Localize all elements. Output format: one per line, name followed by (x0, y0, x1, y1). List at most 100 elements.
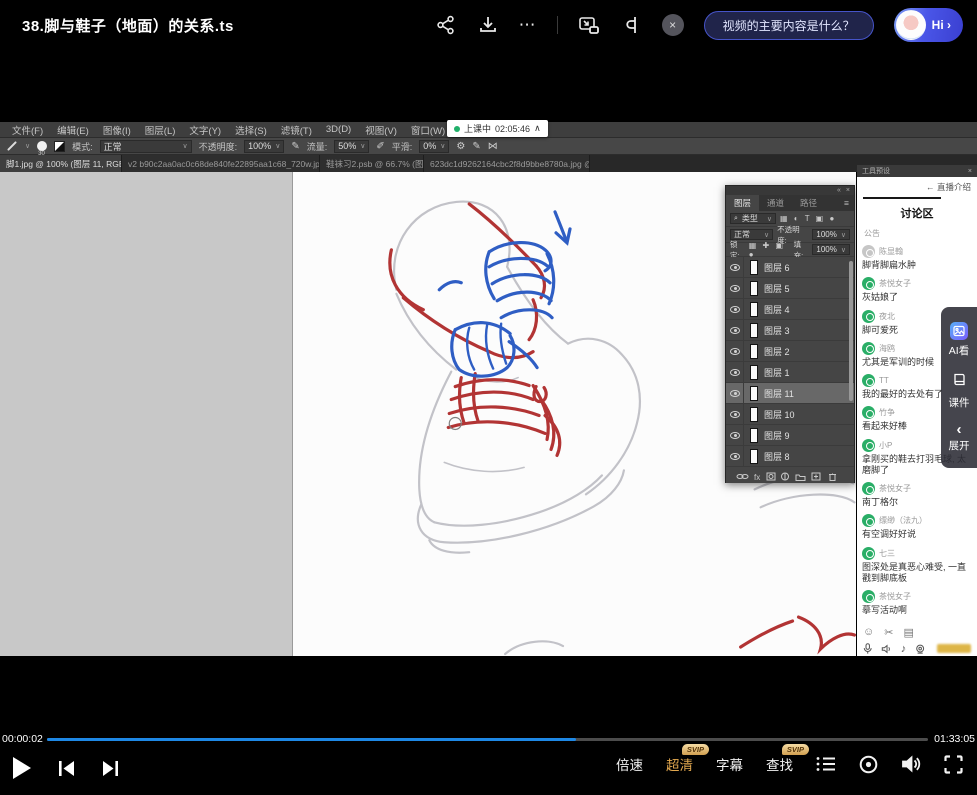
layers-panel-footer-icons: fx (726, 469, 854, 483)
ai-assistant-button[interactable]: Hi › (894, 8, 963, 42)
video-player-window: 38.脚与鞋子（地面）的关系.ts ⋯ (0, 0, 977, 795)
chat-message: 缥缈（法九）有空调好好说 (862, 514, 972, 540)
courseware-button[interactable]: 课件 (949, 372, 970, 410)
play-button[interactable] (12, 756, 32, 780)
layer-row: 图层 6 (726, 257, 854, 278)
class-status-text: 上课中 (464, 122, 491, 135)
layer-thumbnail (750, 386, 758, 401)
chat-message: 茶悦女子灰姑娘了 (862, 277, 972, 303)
layer-thumbnail (750, 428, 758, 443)
smooth-label: 平滑: (392, 140, 413, 153)
find-button[interactable]: 查找SVIP (766, 754, 793, 774)
panel-menu-icon: ≡ (839, 195, 854, 211)
smooth-select: 0%∨ (419, 140, 449, 153)
avatar (862, 406, 875, 419)
book-icon (952, 372, 967, 392)
download-icon[interactable] (477, 14, 499, 36)
live-tools-bar: ♪ (857, 642, 977, 655)
collapse-caret-icon: ∧ (534, 123, 541, 134)
quality-button[interactable]: 超清SVIP (666, 754, 693, 774)
previous-episode-button[interactable] (59, 761, 75, 776)
layer-list: 图层 6 图层 5 图层 4 图层 3 图层 2 图层 1 图层 11 图层 1… (726, 257, 854, 469)
video-title: 38.脚与鞋子（地面）的关系.ts (22, 15, 234, 36)
visibility-eye-icon (730, 453, 740, 460)
ps-menu-image: 图像(I) (96, 123, 138, 137)
assistant-avatar (896, 10, 926, 40)
speaker-icon (881, 643, 891, 655)
layer-thumbnail (750, 407, 758, 422)
layer-thumbnail (750, 260, 758, 275)
video-letterbox[interactable] (0, 656, 977, 737)
class-status-badge[interactable]: 上课中 02:05:46 ∧ (447, 120, 548, 137)
volume-icon[interactable] (901, 755, 921, 773)
avatar (862, 482, 875, 495)
subtitle-button[interactable]: 字幕 (716, 754, 743, 774)
ps-menu-3d: 3D(D) (319, 124, 358, 135)
avatar (862, 245, 875, 258)
mode-label: 模式: (72, 140, 93, 153)
webcam-icon (915, 643, 925, 655)
airbrush-icon: ✐ (376, 141, 384, 152)
layer-row: 图层 3 (726, 320, 854, 341)
ps-menu-filter: 滤镜(T) (274, 123, 319, 137)
layers-panel-titlebar: «× (726, 186, 854, 195)
avatar (862, 439, 875, 452)
brush-panel-toggle-icon (54, 141, 65, 152)
chevron-down-icon: ∨ (25, 142, 30, 150)
share-icon[interactable] (435, 14, 457, 36)
ai-watch-button[interactable]: AI看 (949, 322, 969, 358)
gear-icon: ⚙ (456, 141, 465, 152)
fullscreen-icon[interactable] (944, 755, 963, 774)
fill-select: 100%∨ (812, 244, 850, 255)
ps-menu-edit: 编辑(E) (50, 123, 96, 137)
ps-menu-view: 视图(V) (358, 123, 404, 137)
brush-preview-icon: 30 (37, 141, 47, 151)
symmetry-icon: ⋈ (488, 141, 498, 152)
visibility-eye-icon (730, 411, 740, 418)
close-ask-icon[interactable]: × (662, 14, 684, 36)
playback-speed-button[interactable]: 倍速 (616, 754, 643, 774)
layer-row: 图层 9 (726, 425, 854, 446)
layer-row: 图层 4 (726, 299, 854, 320)
layers-tab: 图层 (726, 195, 759, 211)
ps-menu-window: 窗口(W) (404, 123, 452, 137)
pressure-opacity-icon: ✎ (291, 141, 299, 152)
class-elapsed-time: 02:05:46 (495, 124, 530, 134)
next-episode-button[interactable] (102, 761, 118, 776)
ps-menu-file: 文件(F) (5, 123, 50, 137)
doc-tab-foot1: 脚1.jpg @ 100% (图层 11, RGB/8) *× (0, 155, 122, 172)
more-icon[interactable]: ⋯ (519, 15, 537, 35)
layer-thumbnail (750, 344, 758, 359)
visibility-eye-icon (730, 306, 740, 313)
playlist-icon[interactable] (816, 756, 836, 772)
picture-in-picture-icon[interactable] (578, 14, 600, 36)
active-tab-underline (863, 197, 941, 199)
svg-text:fx: fx (754, 473, 760, 482)
chat-message: 七三图深处是真恶心难受, 一直戳到脚底板 (862, 547, 972, 585)
notice-label: 公告 (864, 228, 971, 239)
layer-row: 图层 5 (726, 278, 854, 299)
total-time: 01:33:05 (934, 733, 975, 745)
ps-tool-options-bar: ∨ 30 模式: 正常∨ 不透明度: 100%∨ ✎ 流量: 50%∨ ✐ 平滑… (0, 138, 977, 155)
ai-ask-input[interactable]: 视频的主要内容是什么？ (704, 11, 874, 40)
visibility-eye-icon (730, 390, 740, 397)
layer-thumbnail (750, 449, 758, 464)
progress-played (47, 738, 576, 741)
ps-layers-panel: «× 图层 通道 路径 ≡ ⌕类型∨ ▦ ◐ T ▣ ● 正常∨ 不透明度: 1… (725, 185, 855, 483)
screen-record-icon[interactable] (859, 755, 878, 774)
ps-menu-select: 选择(S) (228, 123, 274, 137)
layer-opacity-select: 100%∨ (812, 229, 850, 240)
chat-message: 茶悦女子南丁格尔 (862, 482, 972, 508)
close-icon: × (846, 187, 850, 194)
svip-badge: SVIP (782, 744, 809, 755)
seek-bar[interactable] (47, 738, 928, 741)
filter-kind-icons: ▦ ◐ T ▣ ● (780, 214, 836, 223)
ai-watch-icon (950, 322, 968, 340)
tool-presets-label: 工具预设 (862, 166, 890, 176)
layer-row: 图层 10 (726, 404, 854, 425)
expand-button[interactable]: ‹ 展开 (949, 425, 970, 453)
flow-select: 50%∨ (334, 140, 369, 153)
mirror-cast-icon[interactable] (620, 14, 642, 36)
music-note-icon: ♪ (901, 643, 907, 655)
chat-input-toolbar: ☺ ✂ ▤ (857, 622, 977, 643)
